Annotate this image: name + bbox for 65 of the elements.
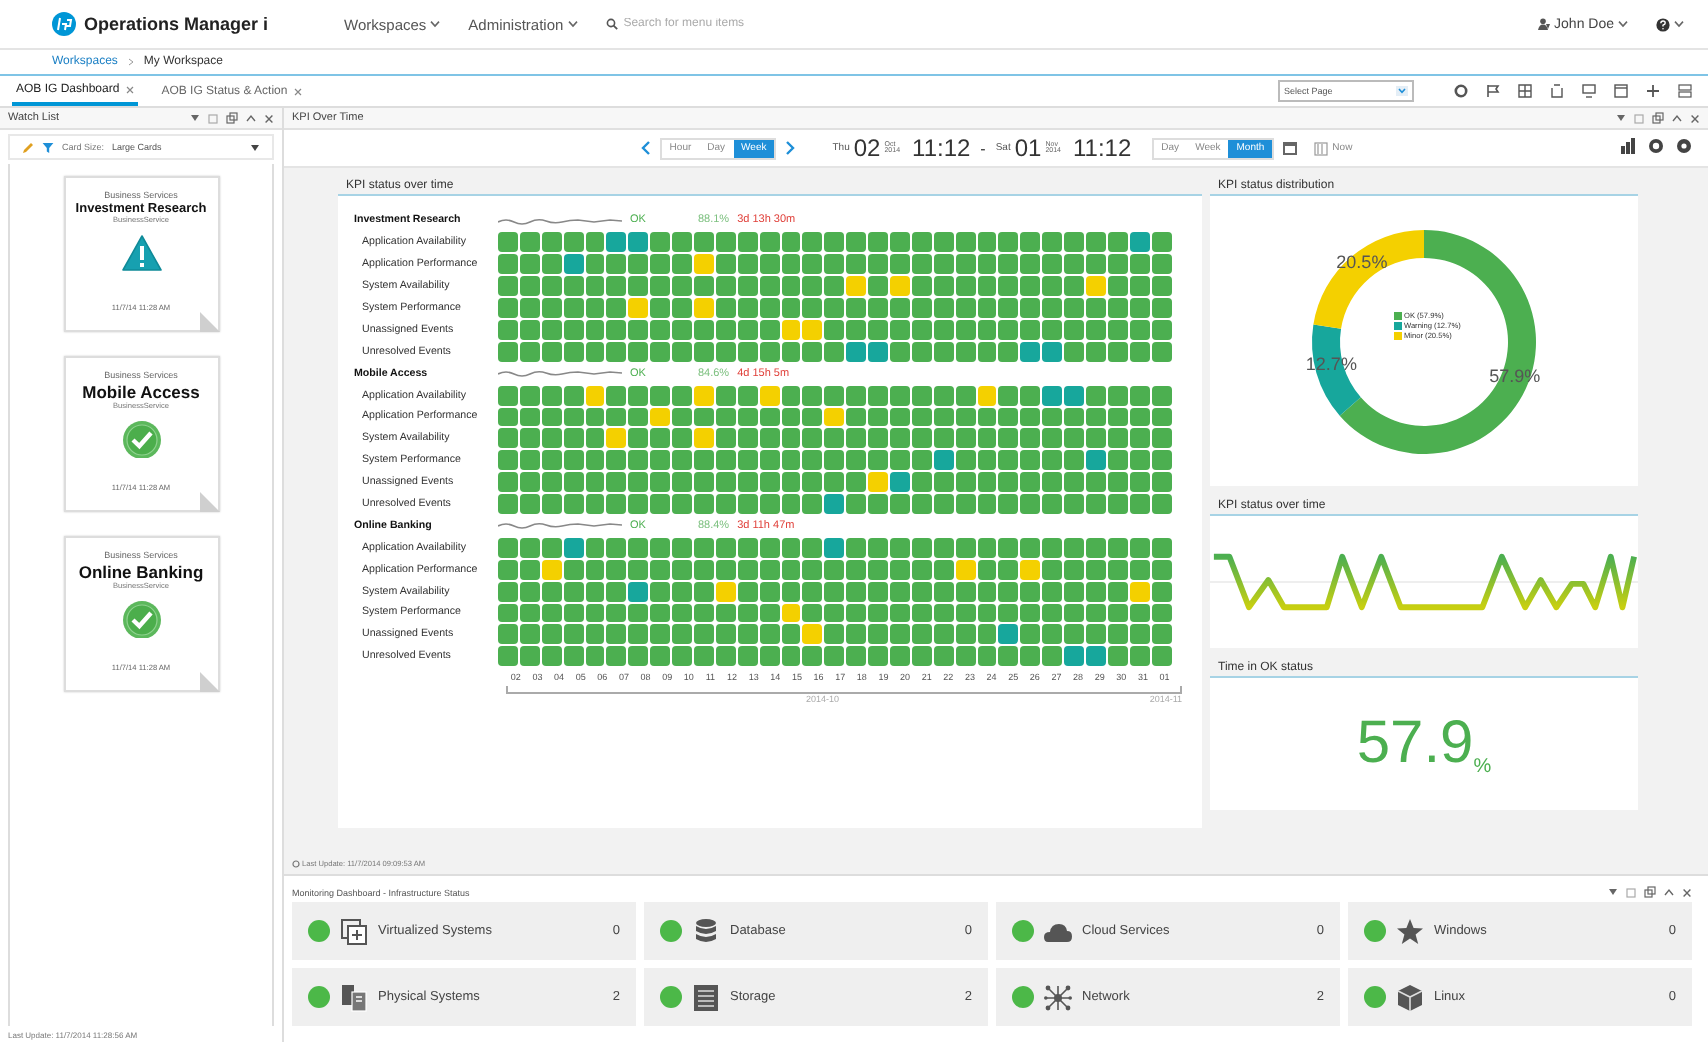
flag-icon[interactable] bbox=[1486, 84, 1500, 98]
chevron-icon bbox=[127, 58, 134, 66]
caret-icon bbox=[1396, 86, 1408, 96]
windows-stack-icon bbox=[340, 917, 368, 945]
sparkline bbox=[498, 368, 622, 379]
previous-icon[interactable] bbox=[639, 140, 652, 156]
stack-icon[interactable] bbox=[1678, 84, 1692, 98]
time: 11:12 bbox=[1073, 134, 1132, 162]
bar-chart-icon[interactable] bbox=[1620, 138, 1636, 154]
sparkline bbox=[498, 520, 622, 531]
popout-icon[interactable] bbox=[1652, 112, 1664, 124]
caret-icon bbox=[430, 20, 441, 28]
caret-icon bbox=[567, 20, 578, 28]
caret-icon bbox=[250, 143, 260, 151]
cube-icon bbox=[1396, 983, 1424, 1011]
caret-icon bbox=[1608, 888, 1618, 896]
collapse-icon[interactable] bbox=[1672, 114, 1682, 122]
popout-icon[interactable] bbox=[1644, 886, 1656, 898]
storage-icon bbox=[692, 983, 720, 1011]
date-day: 02 bbox=[853, 134, 881, 162]
collapse-icon[interactable] bbox=[246, 114, 256, 122]
caret-icon bbox=[190, 114, 200, 122]
ok-percentage: 57.9 bbox=[1356, 710, 1474, 778]
popout-icon[interactable] bbox=[226, 112, 238, 124]
card-title: Online Banking bbox=[78, 562, 204, 582]
close-icon[interactable] bbox=[1690, 113, 1700, 123]
close-icon[interactable] bbox=[125, 85, 134, 93]
page-curl bbox=[199, 672, 219, 692]
close-icon[interactable] bbox=[1682, 887, 1692, 897]
grid-icon[interactable] bbox=[1518, 84, 1532, 98]
app-title: Operations Manager i bbox=[84, 14, 269, 34]
star-icon bbox=[1396, 917, 1424, 945]
search-icon bbox=[605, 18, 618, 30]
logo-icon bbox=[52, 12, 76, 36]
page-curl bbox=[199, 492, 219, 512]
close-icon[interactable] bbox=[293, 87, 302, 95]
page-curl bbox=[199, 312, 219, 332]
target-icon[interactable] bbox=[1648, 138, 1664, 154]
network-icon bbox=[1044, 983, 1072, 1011]
time: 11:12 bbox=[912, 134, 971, 162]
monitor-icon[interactable] bbox=[1582, 84, 1596, 98]
caret-icon bbox=[1616, 114, 1626, 122]
help-icon[interactable] bbox=[1656, 17, 1670, 31]
refresh-icon[interactable] bbox=[292, 859, 300, 867]
sparkline bbox=[498, 215, 622, 226]
ring-icon[interactable] bbox=[1454, 84, 1468, 98]
minimize-icon bbox=[1634, 113, 1644, 123]
caret-icon bbox=[1618, 20, 1628, 28]
page-icon[interactable] bbox=[1550, 84, 1564, 98]
date-day: 01 bbox=[1014, 134, 1042, 162]
next-icon[interactable] bbox=[784, 140, 797, 156]
collapse-icon[interactable] bbox=[1664, 888, 1674, 896]
caret-icon bbox=[1674, 20, 1684, 28]
card-title: Mobile Access bbox=[82, 382, 200, 402]
calendar-icon[interactable] bbox=[1282, 140, 1299, 156]
window-icon[interactable] bbox=[1614, 84, 1628, 98]
database-icon bbox=[692, 917, 720, 945]
close-icon[interactable] bbox=[264, 113, 274, 123]
server-icon bbox=[340, 983, 368, 1011]
minimize-icon bbox=[208, 113, 218, 123]
range-separator: - bbox=[980, 139, 986, 157]
percent-sign: % bbox=[1473, 756, 1492, 778]
minimize-icon bbox=[1626, 887, 1636, 897]
filter-icon[interactable] bbox=[42, 141, 54, 153]
person-icon bbox=[1538, 18, 1551, 30]
